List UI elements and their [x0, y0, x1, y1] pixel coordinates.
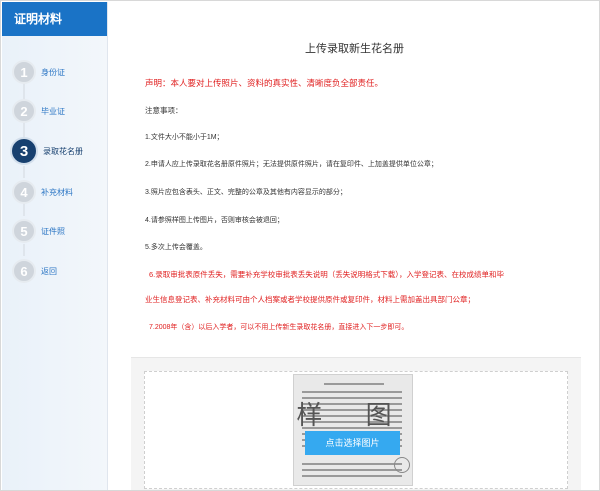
step-number: 5 — [12, 219, 36, 243]
sidebar-step-admission-roster[interactable]: 3 录取花名册 — [10, 137, 83, 165]
main-content: 上传录取新生花名册 声明：本人要对上传照片、资料的真实性、清晰度负全部责任。 注… — [109, 2, 600, 490]
sidebar-step-id-photo[interactable]: 5 证件照 — [12, 217, 65, 245]
step-label: 返回 — [41, 266, 57, 276]
doc-line — [302, 475, 402, 477]
note-6-text: 6.录取审批表原件丢失，需要补充学校审批表丢失说明（ — [149, 270, 336, 279]
step-connector — [23, 166, 25, 178]
notes-heading: 注意事项： — [145, 106, 183, 115]
note-item: 2.申请人应上传录取花名册原件照片；无法提供原件照片，请在复印件、上加盖提供单位… — [145, 161, 438, 168]
note-item-6: 6.录取审批表原件丢失，需要补充学校审批表丢失说明（丢失说明格式下载），入学登记… — [149, 269, 504, 280]
sidebar-step-id-card[interactable]: 1 身份证 — [12, 58, 65, 86]
sidebar-step-back[interactable]: 6 返回 — [12, 257, 57, 285]
sidebar-header: 证明材料 — [2, 2, 107, 36]
step-label: 毕业证 — [41, 106, 65, 116]
loss-statement-download-link[interactable]: 丢失说明格式下载 — [335, 270, 395, 279]
step-number: 4 — [12, 180, 36, 204]
declaration-text: 声明：本人要对上传照片、资料的真实性、清晰度负全部责任。 — [145, 78, 384, 88]
step-number: 2 — [12, 99, 36, 123]
note-item: 3.照片应包含表头、正文、完整的公章及其他有内容显示的部分； — [145, 189, 347, 196]
step-number: 1 — [12, 60, 36, 84]
step-label: 身份证 — [41, 67, 65, 77]
step-number: 3 — [10, 137, 38, 165]
note-6-text: ），入学登记表、在校成绩单和毕 — [395, 270, 505, 279]
note-item-7: 7.2008年（含）以后入学者，可以不用上传新生录取花名册，直接进入下一步即可。 — [149, 324, 409, 331]
step-connector — [23, 244, 25, 256]
sample-document-image: 样 图 — [293, 374, 413, 486]
step-connector — [23, 123, 25, 137]
note-item: 4.请参照样图上传图片，否则审核会被退回； — [145, 217, 284, 224]
sample-watermark: 样 图 — [296, 400, 410, 430]
select-image-button[interactable]: 点击选择图片 — [305, 431, 400, 455]
upload-area: 样 图 点击选择图片 — [131, 357, 581, 490]
note-item: 1.文件大小不能小于1M； — [145, 134, 224, 141]
sidebar: 证明材料 1 身份证 2 毕业证 3 录取花名册 4 补充材料 5 证件照 6 … — [2, 2, 108, 490]
page-title: 上传录取新生花名册 — [305, 43, 404, 55]
doc-line — [302, 469, 402, 471]
note-item: 5.多次上传会覆盖。 — [145, 244, 207, 251]
step-label: 录取花名册 — [43, 146, 83, 156]
step-number: 6 — [12, 259, 36, 283]
sidebar-step-supplementary[interactable]: 4 补充材料 — [12, 178, 73, 206]
seal-stamp — [394, 457, 410, 473]
doc-line — [324, 383, 384, 385]
page-frame: 证明材料 1 身份证 2 毕业证 3 录取花名册 4 补充材料 5 证件照 6 … — [0, 0, 600, 491]
sidebar-step-diploma[interactable]: 2 毕业证 — [12, 97, 65, 125]
note-item-6-continued: 业生信息登记表、补充材料可由个人档案或者学校提供原件或复印件，材料上需加盖出具部… — [145, 295, 475, 304]
doc-line — [302, 391, 402, 393]
step-label: 证件照 — [41, 226, 65, 236]
upload-dropzone[interactable]: 样 图 点击选择图片 — [144, 371, 568, 489]
step-label: 补充材料 — [41, 187, 73, 197]
doc-line — [302, 463, 402, 465]
